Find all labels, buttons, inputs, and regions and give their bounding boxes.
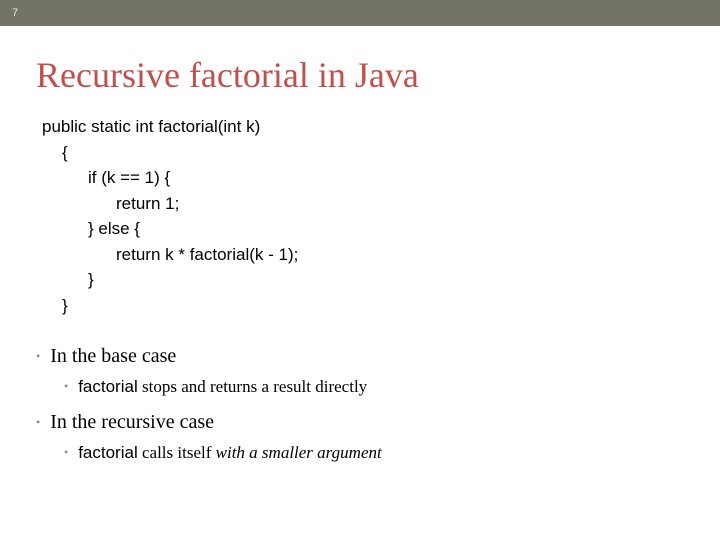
bullet-text: factorial stops and returns a result dir… bbox=[78, 375, 367, 400]
bullet-text: In the base case bbox=[50, 342, 176, 371]
code-line: } else { bbox=[88, 216, 684, 242]
keyword: factorial bbox=[78, 377, 138, 396]
slide: 7 Recursive factorial in Java public sta… bbox=[0, 0, 720, 540]
code-block: public static int factorial(int k) { if … bbox=[42, 114, 684, 318]
topbar: 7 bbox=[0, 0, 720, 26]
code-line: { bbox=[62, 140, 684, 166]
page-number: 7 bbox=[12, 7, 18, 19]
bullet-dot-icon: • bbox=[64, 378, 68, 395]
code-line: } bbox=[88, 267, 684, 293]
code-line: return k * factorial(k - 1); bbox=[116, 242, 684, 268]
text: calls itself bbox=[138, 443, 216, 462]
bullet-dot-icon: • bbox=[36, 348, 40, 365]
code-line: return 1; bbox=[116, 191, 684, 217]
code-line: if (k == 1) { bbox=[88, 165, 684, 191]
bullet-level-2: • factorial calls itself with a smaller … bbox=[64, 441, 684, 466]
bullet-list: • In the base case • factorial stops and… bbox=[36, 342, 684, 465]
code-line: public static int factorial(int k) bbox=[42, 114, 684, 140]
text: stops and returns a result directly bbox=[138, 377, 367, 396]
content-area: Recursive factorial in Java public stati… bbox=[0, 26, 720, 465]
bullet-text: factorial calls itself with a smaller ar… bbox=[78, 441, 382, 466]
bullet-dot-icon: • bbox=[64, 444, 68, 461]
italic-text: with a smaller argument bbox=[216, 443, 382, 462]
bullet-level-1: • In the base case bbox=[36, 342, 684, 371]
bullet-level-2: • factorial stops and returns a result d… bbox=[64, 375, 684, 400]
keyword: factorial bbox=[78, 443, 138, 462]
bullet-text: In the recursive case bbox=[50, 408, 214, 437]
code-line: } bbox=[62, 293, 684, 319]
bullet-dot-icon: • bbox=[36, 414, 40, 431]
bullet-level-1: • In the recursive case bbox=[36, 408, 684, 437]
slide-title: Recursive factorial in Java bbox=[36, 54, 684, 96]
